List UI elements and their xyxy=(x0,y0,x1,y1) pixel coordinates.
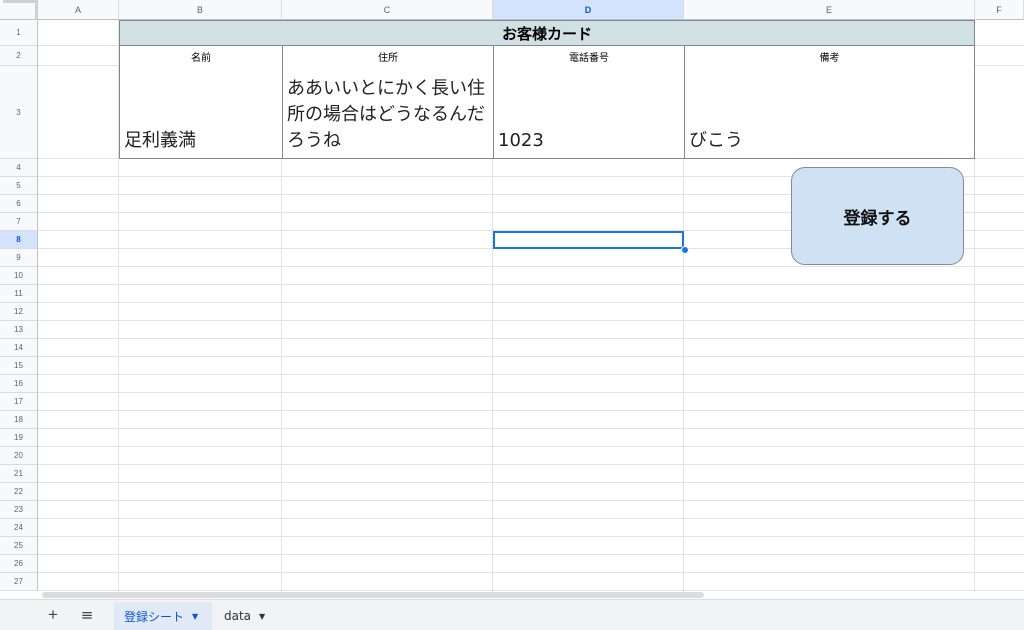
row-gridline xyxy=(38,428,1024,429)
sheet-tab-data[interactable]: data ▼ xyxy=(214,602,274,630)
row-header-8[interactable]: 8 xyxy=(0,231,38,249)
row-gridline xyxy=(38,392,1024,393)
row-header-13[interactable]: 13 xyxy=(0,321,38,339)
row-gridline xyxy=(38,320,1024,321)
row-header-1[interactable]: 1 xyxy=(0,20,38,46)
row-gridline xyxy=(38,464,1024,465)
column-header-e[interactable]: E xyxy=(684,0,975,20)
row-gridline xyxy=(38,266,1024,267)
phone-value-cell[interactable]: 1023 xyxy=(493,66,685,159)
row-header-10[interactable]: 10 xyxy=(0,267,38,285)
row-header-9[interactable]: 9 xyxy=(0,249,38,267)
card-title-cell[interactable]: お客様カード xyxy=(119,20,975,46)
row-gridline xyxy=(38,284,1024,285)
row-header-22[interactable]: 22 xyxy=(0,483,38,501)
row-gridline xyxy=(38,518,1024,519)
row-header-7[interactable]: 7 xyxy=(0,213,38,231)
row-gridline xyxy=(38,554,1024,555)
row-gridline xyxy=(38,590,1024,591)
name-value: 足利義満 xyxy=(124,130,196,151)
row-header-12[interactable]: 12 xyxy=(0,303,38,321)
row-gridline xyxy=(38,446,1024,447)
caret-down-icon[interactable]: ▼ xyxy=(259,612,265,621)
register-button[interactable]: 登録する xyxy=(791,167,964,265)
row-header-5[interactable]: 5 xyxy=(0,177,38,195)
row-header-21[interactable]: 21 xyxy=(0,465,38,483)
select-all-corner[interactable] xyxy=(0,0,38,20)
row-header-6[interactable]: 6 xyxy=(0,195,38,213)
header-address-cell[interactable]: 住所 xyxy=(282,46,494,67)
address-value-cell[interactable]: ああいいとにかく長い住所の場合はどうなるんだろうね xyxy=(282,66,494,159)
row-gridline xyxy=(38,572,1024,573)
row-header-27[interactable]: 27 xyxy=(0,573,38,591)
active-cell-selection[interactable] xyxy=(493,231,684,249)
sheet-tab-label: 登録シート xyxy=(124,609,185,624)
row-gridline xyxy=(38,338,1024,339)
row-gridline xyxy=(38,356,1024,357)
plus-icon[interactable]: + xyxy=(44,605,62,624)
row-gridline xyxy=(38,500,1024,501)
row-header-16[interactable]: 16 xyxy=(0,375,38,393)
row-header-15[interactable]: 15 xyxy=(0,357,38,375)
row-header-23[interactable]: 23 xyxy=(0,501,38,519)
caret-down-icon[interactable]: ▼ xyxy=(192,612,198,621)
row-gridline xyxy=(38,536,1024,537)
spreadsheet-grid[interactable]: A B C D E F 1 2 3 4 5 6 7 8 9 10 11 12 13 14 15 16 17 18 1… xyxy=(0,0,1024,592)
all-sheets-menu-icon[interactable]: ≡ xyxy=(78,606,96,624)
header-name-cell[interactable]: 名前 xyxy=(119,46,283,67)
row-header-20[interactable]: 20 xyxy=(0,447,38,465)
row-gridline xyxy=(38,302,1024,303)
header-note-cell[interactable]: 備考 xyxy=(684,46,975,67)
row-gridline xyxy=(38,410,1024,411)
row-header-2[interactable]: 2 xyxy=(0,46,38,66)
row-gridline xyxy=(38,374,1024,375)
row-header-14[interactable]: 14 xyxy=(0,339,38,357)
sheet-tab-bar: + ≡ 登録シート ▼ data ▼ xyxy=(0,599,1024,630)
row-gridline xyxy=(38,482,1024,483)
row-header-18[interactable]: 18 xyxy=(0,411,38,429)
row-header-19[interactable]: 19 xyxy=(0,429,38,447)
column-header-d[interactable]: D xyxy=(493,0,684,20)
name-value-cell[interactable]: 足利義満 xyxy=(119,66,283,159)
phone-value: 1023 xyxy=(498,130,544,151)
sheet-tab-registration[interactable]: 登録シート ▼ xyxy=(114,602,212,630)
row-header-26[interactable]: 26 xyxy=(0,555,38,573)
horizontal-scrollbar[interactable] xyxy=(42,592,704,598)
note-value: びこう xyxy=(689,130,743,151)
row-header-11[interactable]: 11 xyxy=(0,285,38,303)
fill-handle[interactable] xyxy=(681,246,689,254)
column-header-a[interactable]: A xyxy=(38,0,119,20)
column-header-c[interactable]: C xyxy=(282,0,493,20)
column-header-f[interactable]: F xyxy=(975,0,1024,20)
sheet-tab-label: data xyxy=(224,609,252,623)
row-header-3[interactable]: 3 xyxy=(0,66,38,159)
column-header-b[interactable]: B xyxy=(119,0,282,20)
row-header-17[interactable]: 17 xyxy=(0,393,38,411)
row-header-24[interactable]: 24 xyxy=(0,519,38,537)
header-phone-cell[interactable]: 電話番号 xyxy=(493,46,685,67)
row-header-4[interactable]: 4 xyxy=(0,159,38,177)
address-value: ああいいとにかく長い住所の場合はどうなるんだろうね xyxy=(287,78,485,151)
row-header-25[interactable]: 25 xyxy=(0,537,38,555)
note-value-cell[interactable]: びこう xyxy=(684,66,975,159)
